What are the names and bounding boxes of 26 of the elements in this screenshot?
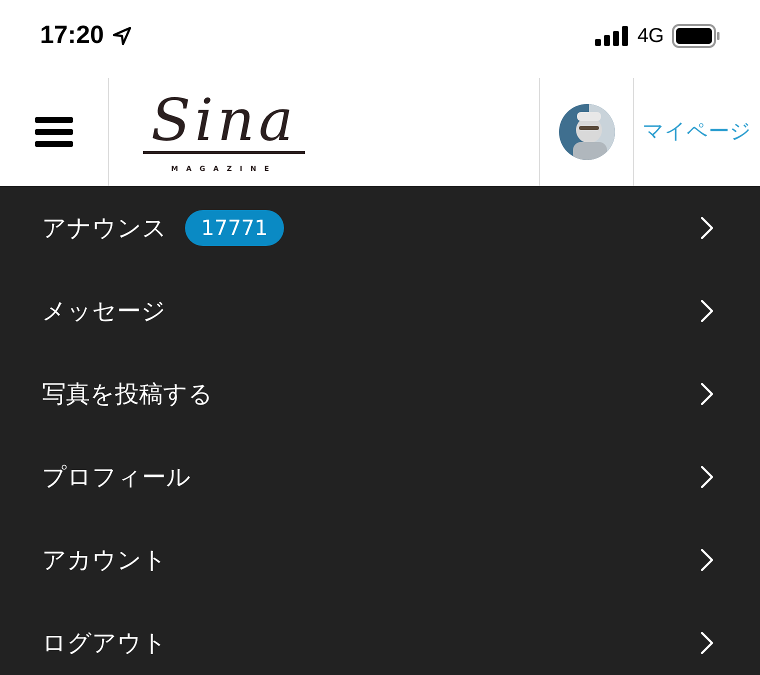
chevron-right-icon [700, 216, 714, 240]
chevron-right-icon [700, 382, 714, 406]
location-arrow-icon [112, 26, 132, 46]
chevron-right-icon [700, 464, 714, 488]
network-label: 4G [637, 24, 664, 49]
menu-item[interactable]: アカウント [0, 518, 760, 601]
chevron-right-icon [700, 548, 714, 572]
count-badge: 17771 [185, 210, 284, 246]
menu-icon [35, 116, 73, 148]
logo-title: Sina [143, 89, 306, 154]
chevron-right-icon [700, 630, 714, 654]
battery-icon [672, 24, 720, 48]
menu-item[interactable]: 写真を投稿する [0, 352, 760, 435]
menu-item[interactable]: ログアウト [0, 601, 760, 675]
menu-item-label: アカウント [42, 544, 167, 576]
chevron-right-icon [700, 298, 714, 322]
menu-item-label: メッセージ [42, 296, 166, 326]
menu-item[interactable]: メッセージ [0, 269, 760, 352]
menu-item[interactable]: アナウンス 17771 [0, 186, 760, 269]
status-time: 17:20 [40, 20, 104, 52]
menu-item[interactable]: プロフィール [0, 435, 760, 518]
menu-item-label: 写真を投稿する [42, 378, 213, 410]
signal-icon [595, 26, 630, 46]
menu-item-label: プロフィール [42, 462, 191, 492]
menu-item-label: アナウンス [42, 212, 167, 244]
menu-item-label: ログアウト [42, 628, 167, 658]
